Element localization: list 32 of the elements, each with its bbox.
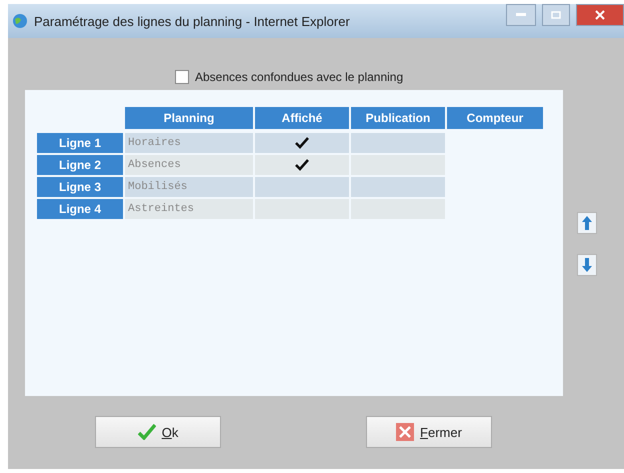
row-header: Ligne 1 xyxy=(37,133,123,153)
globe-icon xyxy=(12,13,28,29)
close-icon xyxy=(396,423,414,441)
close-button[interactable]: Fermer xyxy=(366,416,492,448)
row-header: Ligne 4 xyxy=(37,199,123,219)
column-header: Compteur xyxy=(447,107,543,129)
window-title: Paramétrage des lignes du planning - Internet Explorer xyxy=(34,14,351,28)
column-header: Affiché xyxy=(255,107,349,129)
row-header: Ligne 3 xyxy=(37,177,123,197)
check-icon xyxy=(295,137,309,149)
arrow-down-icon xyxy=(581,257,593,273)
table-cell: Astreintes xyxy=(125,199,253,219)
close-icon xyxy=(595,10,605,20)
ok-button[interactable]: Ok xyxy=(95,416,221,448)
minimize-button[interactable] xyxy=(506,4,536,26)
checkbox-label: Absences confondues avec le planning xyxy=(195,70,404,84)
move-up-button[interactable] xyxy=(577,212,597,234)
table-cell: Absences xyxy=(125,155,253,175)
column-header: Planning xyxy=(125,107,253,129)
checkbox[interactable] xyxy=(175,70,189,84)
check-icon xyxy=(138,424,156,440)
minimize-icon xyxy=(516,13,526,17)
column-header: Publication xyxy=(351,107,445,129)
row-header: Ligne 2 xyxy=(37,155,123,175)
check-icon xyxy=(295,159,309,171)
table-cell: Mobilisés xyxy=(125,177,253,197)
close-button[interactable] xyxy=(576,4,624,26)
arrow-up-icon xyxy=(581,215,593,231)
move-down-button[interactable] xyxy=(577,254,597,276)
table-cell: Horaires xyxy=(125,133,253,153)
maximize-button[interactable] xyxy=(542,4,570,26)
maximize-icon xyxy=(551,11,561,19)
